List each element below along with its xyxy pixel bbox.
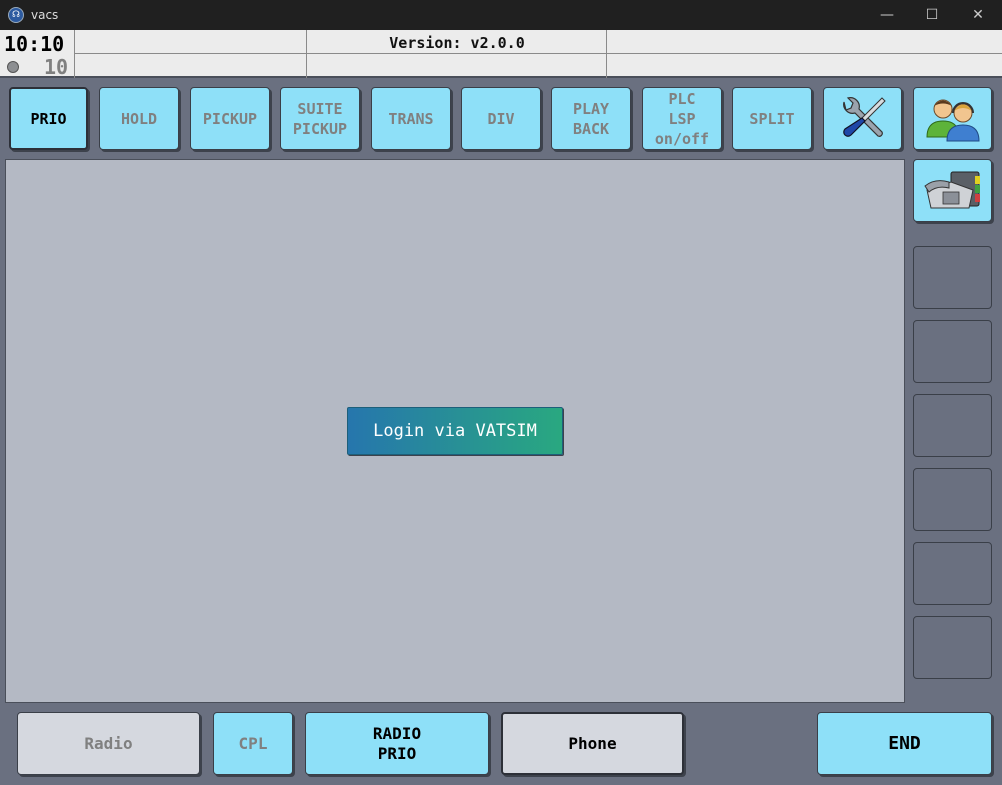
end-button[interactable]: END: [817, 712, 992, 775]
status-bar: 10:10 10 Version: v2.0.0: [0, 30, 1002, 79]
status-cell-4: [607, 30, 1002, 54]
hold-button[interactable]: HOLD: [99, 87, 179, 150]
status-cell-3: [307, 54, 607, 78]
users-button[interactable]: [913, 87, 992, 150]
users-icon: [925, 99, 980, 141]
status-cell-2: [75, 54, 307, 78]
phone-button[interactable]: Phone: [501, 712, 684, 775]
right-slot-2[interactable]: [913, 320, 992, 383]
close-button[interactable]: ✕: [955, 0, 1001, 30]
right-slot-6[interactable]: [913, 616, 992, 679]
right-slot-1[interactable]: [913, 246, 992, 309]
window-titlebar: ☊ vacs — ☐ ✕: [0, 0, 1002, 30]
prio-button[interactable]: PRIO: [9, 87, 88, 150]
pickup-button[interactable]: PICKUP: [190, 87, 270, 150]
play-back-button[interactable]: PLAY BACK: [551, 87, 631, 150]
radio-prio-button[interactable]: RADIO PRIO: [305, 712, 489, 775]
login-vatsim-button[interactable]: Login via VATSIM: [347, 407, 563, 455]
status-cell-5: [607, 54, 1002, 78]
plc-lsp-button[interactable]: PLC LSP on/off: [642, 87, 722, 150]
clock: 10:10: [4, 32, 65, 56]
maximize-button[interactable]: ☐: [909, 0, 955, 30]
connection-indicator: [7, 61, 19, 73]
trans-button[interactable]: TRANS: [371, 87, 451, 150]
version-label: Version: v2.0.0: [389, 34, 525, 52]
split-button[interactable]: SPLIT: [732, 87, 812, 150]
phonebook-button[interactable]: [913, 159, 992, 222]
suite-pickup-button[interactable]: SUITE PICKUP: [280, 87, 360, 150]
right-slot-5[interactable]: [913, 542, 992, 605]
status-cell-1: [75, 30, 307, 54]
app-headset-icon: ☊: [8, 7, 24, 23]
right-slot-3[interactable]: [913, 394, 992, 457]
cpl-button[interactable]: CPL: [213, 712, 293, 775]
counter-value: 10: [44, 55, 69, 79]
settings-button[interactable]: [823, 87, 902, 150]
radio-button[interactable]: Radio: [17, 712, 200, 775]
right-slot-4[interactable]: [913, 468, 992, 531]
div-button[interactable]: DIV: [461, 87, 541, 150]
window-title: vacs: [31, 8, 59, 22]
phonebook-icon: [923, 171, 980, 208]
minimize-button[interactable]: —: [864, 0, 910, 30]
tools-icon: [842, 96, 886, 137]
